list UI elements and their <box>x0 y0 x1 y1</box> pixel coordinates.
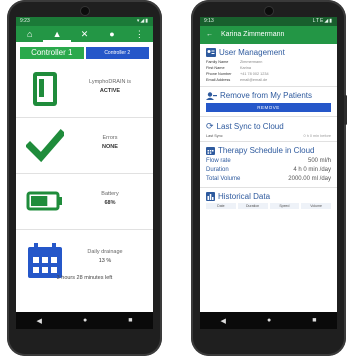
drainage-time-left: 3 hours 28 minutes left <box>56 275 113 281</box>
drainage-section: Daily drainage 13 % 3 hours 28 minutes l… <box>16 230 153 290</box>
controller-1-button[interactable]: Controller 1 <box>20 47 84 59</box>
bar-chart-icon <box>206 192 215 201</box>
battery-value: 68% <box>104 200 116 206</box>
status-time: 9:23 <box>20 18 30 24</box>
status-bar: 9:13 LTE◢▮ <box>200 17 337 26</box>
duration-row: Duration 4 h 0 min /day <box>206 167 331 173</box>
bell-icon: ▲ <box>52 29 62 39</box>
home-icon: ⌂ <box>26 29 33 39</box>
remove-button[interactable]: REMOVE <box>206 103 331 112</box>
sync-label: Last Sync <box>206 134 223 138</box>
tab-notifications[interactable]: ▲ <box>43 26 71 42</box>
errors-label: Errors <box>102 135 118 141</box>
tab-bar: ⌂ ▲ ✕ ● ⋮ <box>16 26 153 42</box>
history-title: Historical Data <box>218 192 271 201</box>
status-icons: LTE◢▮ <box>312 18 333 24</box>
drainage-text: Daily drainage 13 % <box>61 248 149 266</box>
therapy-title: Therapy Schedule in Cloud <box>218 146 315 155</box>
battery-icon <box>26 191 62 211</box>
power-button <box>344 95 347 125</box>
controller-switch: Controller 1 Controller 2 <box>16 42 153 62</box>
patient-name-title: Karina Zimmermann <box>221 31 285 38</box>
tab-more[interactable]: ⋮ <box>126 26 153 42</box>
back-arrow-icon[interactable]: ← <box>206 26 213 44</box>
nav-back-button[interactable]: ◀ <box>221 317 226 325</box>
tab-tools[interactable]: ✕ <box>71 26 98 42</box>
app-bar: ← Karina Zimmermann <box>200 26 337 44</box>
controller-2-button[interactable]: Controller 2 <box>85 47 149 59</box>
sync-icon: ⟳ <box>206 121 214 131</box>
front-camera <box>264 7 273 15</box>
last-sync-section: ⟳ Last Sync to Cloud Last Sync 0 h 0 min… <box>200 117 337 142</box>
historical-data-section: Historical Data Date Duration Speed Volu… <box>200 188 337 212</box>
status-icons: ▾◢▮ <box>136 18 149 24</box>
drainage-value: 13 % <box>98 258 112 264</box>
user-minus-icon <box>206 91 217 100</box>
nav-back-button[interactable]: ◀ <box>37 317 42 325</box>
history-col: Speed <box>269 203 300 209</box>
history-col: Date <box>206 203 236 209</box>
id-card-icon <box>206 48 216 57</box>
nav-recents-button[interactable]: ■ <box>128 317 132 324</box>
nav-recents-button[interactable]: ■ <box>312 317 316 324</box>
therapy-schedule-section: Therapy Schedule in Cloud Flow rate 500 m… <box>200 142 337 188</box>
device-status-value: ACTIVE <box>99 88 121 94</box>
remove-patient-section: Remove from My Patients REMOVE <box>200 87 337 117</box>
history-col: Volume <box>301 203 331 209</box>
nav-home-button[interactable]: ● <box>267 317 271 324</box>
sync-title: Last Sync to Cloud <box>216 122 284 131</box>
flow-rate-row: Flow rate 500 ml/h <box>206 158 331 164</box>
total-volume-row: Total Volume 2000.00 ml /day <box>206 176 331 182</box>
user-management-section: User Management Family Name Zimmermann Fi… <box>200 44 337 87</box>
nav-home-button[interactable]: ● <box>83 317 87 324</box>
more-icon: ⋮ <box>134 29 144 39</box>
system-nav-bar: ◀ ● ■ <box>200 312 337 329</box>
errors-section: Errors NONE <box>16 118 153 174</box>
right-phone-frame: 9:13 LTE◢▮ ← Karina Zimmermann User Mana… <box>191 0 347 356</box>
battery-text: Battery 68% <box>71 190 149 208</box>
tab-home[interactable]: ⌂ <box>16 26 43 42</box>
errors-text: Errors NONE <box>71 134 149 152</box>
battery-label: Battery <box>101 191 119 197</box>
user-management-title: User Management <box>219 48 285 57</box>
errors-value: NONE <box>102 144 118 150</box>
remove-title: Remove from My Patients <box>220 91 313 100</box>
device-status-text: LymphoDRAIN is ACTIVE <box>71 78 149 96</box>
tab-user[interactable]: ● <box>98 26 125 42</box>
right-screen: 9:13 LTE◢▮ ← Karina Zimmermann User Mana… <box>200 17 337 329</box>
device-status-section: LymphoDRAIN is ACTIVE <box>16 62 153 118</box>
system-nav-bar: ◀ ● ■ <box>16 312 153 329</box>
left-screen: 9:23 ▾◢▮ ⌂ ▲ ✕ ● ⋮ Controller 1 Controll… <box>16 17 153 329</box>
drainage-label: Daily drainage <box>87 249 123 255</box>
battery-section: Battery 68% <box>16 174 153 230</box>
status-time: 9:13 <box>204 18 214 24</box>
user-icon: ● <box>109 29 115 39</box>
sync-row: Last Sync 0 h 0 min before <box>206 134 331 138</box>
device-icon <box>33 72 57 106</box>
device-status-label: LymphoDRAIN is <box>89 79 131 85</box>
history-col: Duration <box>237 203 268 209</box>
front-camera <box>80 7 89 15</box>
left-phone-frame: 9:23 ▾◢▮ ⌂ ▲ ✕ ● ⋮ Controller 1 Controll… <box>7 0 162 356</box>
sync-value: 0 h 0 min before <box>303 134 331 138</box>
user-field-row: Email Address email@email.de <box>206 78 268 82</box>
status-bar: 9:23 ▾◢▮ <box>16 17 153 26</box>
history-table-header: Date Duration Speed Volume <box>206 203 331 209</box>
tools-icon: ✕ <box>80 29 89 39</box>
calendar-icon <box>206 147 215 155</box>
checkmark-icon <box>26 129 64 163</box>
